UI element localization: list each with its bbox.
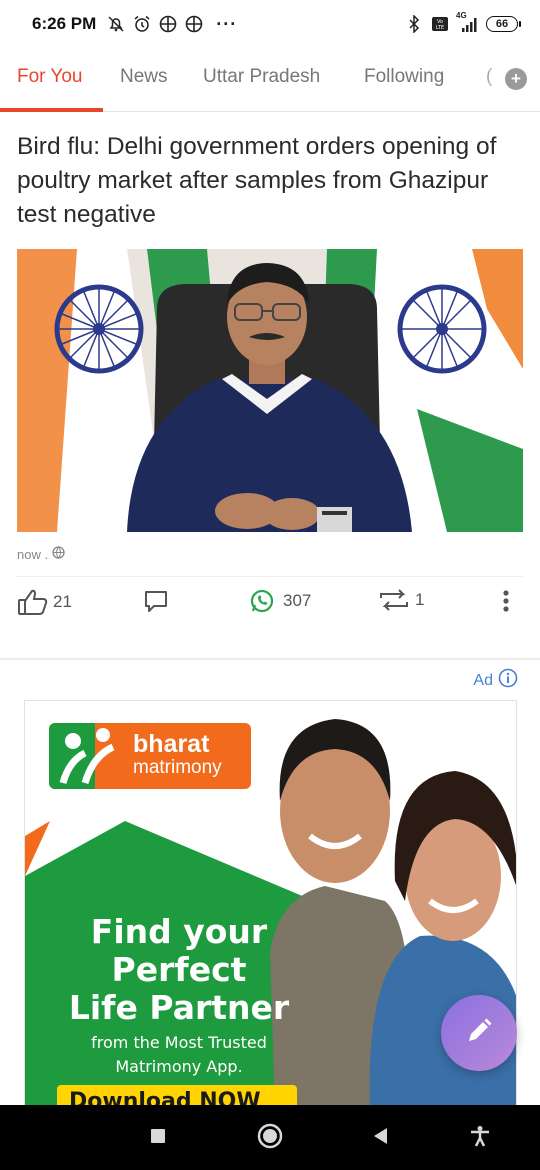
ad-headline-line2: Perfect — [111, 950, 247, 989]
signal-icon: 4G — [456, 11, 480, 34]
article-meta: now . — [17, 546, 65, 562]
status-time: 6:26 PM — [32, 14, 97, 33]
ad-sub-line2: Matrimony App. — [115, 1057, 243, 1076]
square-icon — [150, 1128, 166, 1149]
svg-text:LTE: LTE — [436, 25, 444, 31]
volte-icon: Vo LTE — [430, 14, 450, 34]
ad-label[interactable]: Ad — [473, 668, 518, 693]
info-icon — [498, 668, 518, 693]
thumbs-up-icon — [17, 588, 49, 616]
comment-icon — [143, 588, 169, 614]
pencil-icon — [464, 1016, 494, 1051]
section-divider — [0, 658, 540, 660]
article-headline[interactable]: Bird flu: Delhi government orders openin… — [17, 130, 522, 232]
accessibility-button[interactable] — [465, 1123, 495, 1153]
home-button[interactable] — [255, 1123, 285, 1153]
compose-fab[interactable] — [441, 995, 517, 1071]
ad-sub-line1: from the Most Trusted — [91, 1033, 267, 1052]
whatsapp-icon — [249, 588, 275, 614]
divider — [17, 576, 523, 577]
add-tab-button[interactable]: + — [505, 68, 527, 90]
repost-button[interactable]: 1 — [377, 588, 424, 612]
whatsapp-share-button[interactable]: 307 — [249, 588, 311, 614]
ad-brand: bharat matrimony — [133, 731, 222, 779]
alarm-icon — [132, 14, 152, 34]
whatsapp-share-count: 307 — [283, 591, 312, 610]
ad-copy: Find your Perfect Life Partner from the … — [59, 913, 299, 1079]
more-notifications-icon: ··· — [216, 13, 238, 34]
more-vertical-icon — [501, 588, 511, 614]
ad-brand-line1: bharat — [133, 730, 210, 758]
ad-label-text: Ad — [473, 671, 493, 689]
app-icon — [184, 14, 204, 34]
category-tabs: For You News Uttar Pradesh Following ( + — [0, 56, 540, 112]
tab-for-you[interactable]: For You — [17, 66, 83, 88]
article-actions: 21 307 1 — [17, 588, 523, 622]
bluetooth-icon — [404, 14, 424, 34]
back-triangle-icon — [372, 1127, 390, 1150]
ad-headline-line1: Find your — [90, 912, 268, 951]
circle-icon — [257, 1123, 283, 1154]
like-button[interactable]: 21 — [17, 588, 72, 616]
recents-button[interactable] — [143, 1123, 173, 1153]
like-count: 21 — [53, 592, 72, 611]
network-type: 4G — [456, 11, 467, 20]
accessibility-icon — [469, 1125, 491, 1152]
system-nav-bar — [0, 1105, 540, 1170]
article-image[interactable] — [17, 249, 523, 532]
repost-icon — [377, 588, 411, 612]
tab-uttar-pradesh[interactable]: Uttar Pradesh — [203, 66, 320, 88]
active-tab-indicator — [0, 108, 103, 112]
app-icon — [158, 14, 178, 34]
globe-icon — [52, 546, 65, 562]
battery-icon: 66 — [486, 16, 521, 32]
tab-following[interactable]: Following — [364, 66, 444, 88]
comment-button[interactable] — [143, 588, 169, 614]
tab-news[interactable]: News — [120, 66, 168, 88]
ad-banner[interactable]: bharat matrimony Find your Perfect Life … — [24, 700, 517, 1110]
status-bar: 6:26 PM ··· Vo LTE 4G 66 — [0, 0, 540, 48]
repost-count: 1 — [415, 590, 425, 609]
bell-off-icon — [106, 14, 126, 34]
back-button[interactable] — [366, 1123, 396, 1153]
article-time: now . — [17, 546, 49, 562]
more-options-button[interactable] — [501, 588, 511, 614]
ad-brand-line2: matrimony — [133, 757, 222, 778]
ad-headline-line3: Life Partner — [68, 988, 290, 1027]
